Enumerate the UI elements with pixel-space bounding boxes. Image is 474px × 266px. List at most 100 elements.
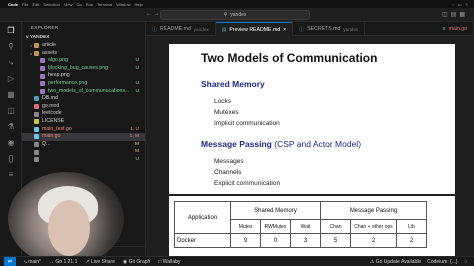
workspace-root-label: YANDEX [29, 35, 50, 40]
menu-run[interactable]: Run [86, 2, 93, 7]
tab-hint: yandex [343, 26, 359, 32]
sidebar-item[interactable]: DB.md [22, 95, 145, 103]
webcam-face [48, 200, 90, 256]
sidebar-item-label: main.go [42, 133, 61, 140]
menu-terminal[interactable]: Terminal [97, 2, 112, 7]
remote-indicator-icon[interactable]: ⇄ [4, 256, 16, 266]
status-git-graph[interactable]: ◉ Git Graph [123, 259, 150, 265]
image-file-icon [40, 66, 45, 72]
extensions-icon[interactable]: ▦ [6, 90, 16, 100]
git-graph-icon[interactable]: ◉ [6, 138, 16, 148]
workspace-root[interactable]: v YANDEX [22, 34, 145, 42]
explorer-icon[interactable]: ❐ [6, 26, 16, 36]
image-file-icon [40, 88, 45, 94]
tab-preview-readme[interactable]: ▤ Preview README.md × [215, 22, 294, 36]
menu-file[interactable]: File [22, 2, 28, 7]
chevron-down-icon: v [26, 35, 29, 40]
sidebar-item-label: blocking_bug_causes.png [48, 64, 108, 71]
branch-label: main* [28, 258, 41, 265]
menu-view[interactable]: View [64, 2, 73, 7]
sidebar-item[interactable]: heap.png [22, 72, 145, 80]
sidebar-item[interactable]: performance.png U [22, 80, 145, 88]
sidebar-item[interactable]: main.go 1, M [22, 133, 145, 141]
command-center-search[interactable]: ⚲ yandex [160, 10, 310, 20]
sidebar-item[interactable]: v assets [22, 50, 145, 58]
back-arrow-icon[interactable]: ← [146, 11, 152, 17]
menu-go[interactable]: Go [76, 2, 81, 7]
control-center-icon[interactable]: ≡ [466, 2, 468, 7]
table-header: Application [174, 201, 231, 234]
battery-icon[interactable]: ▭ [458, 2, 462, 7]
title-bar: ← → ⚲ yandex ◫▤▦ [0, 8, 474, 22]
sidebar-item[interactable]: algo.png U [22, 57, 145, 65]
status-codeium[interactable]: Codeium: {...} [427, 259, 457, 265]
image-file-icon [40, 81, 45, 87]
folder-icon [34, 43, 39, 49]
menu-selection[interactable]: Selection [43, 2, 59, 7]
tab-secrets[interactable]: ⓘ SECRETS.md yandex [293, 22, 366, 36]
preview-slide-image: Two Models of Communication Shared Memor… [169, 44, 455, 194]
tab-label: main.go [448, 26, 467, 32]
sidebar-item-label: leetcode [42, 110, 62, 117]
status-live-share[interactable]: ↗ Live Share [85, 259, 115, 265]
list-item: Implicit communication [214, 120, 280, 127]
tab-label: README.md [160, 26, 191, 32]
section-heading-message-passing: Message Passing (CSP and Actor Model) [201, 139, 361, 149]
sidebar-item[interactable]: Q... M [22, 141, 145, 149]
menu-edit[interactable]: Edit [32, 2, 39, 7]
table-header: Shared Memory [230, 201, 321, 220]
slide-title: Two Models of Communication [201, 51, 378, 65]
sidebar-item-label: assets [42, 49, 57, 56]
sidebar-item-label: heap.png [48, 72, 70, 79]
info-file-icon: ⓘ [152, 26, 158, 33]
menu-window[interactable]: Window [116, 2, 130, 7]
status-go-version[interactable]: → Go 1.21.1 [49, 259, 77, 265]
folder-icon [34, 50, 39, 56]
forward-arrow-icon[interactable]: → [154, 11, 160, 17]
sidebar-item[interactable]: blocking_bug_causes.png U [22, 65, 145, 73]
go-mod-icon [34, 104, 39, 110]
status-bar: ⇄ ⤷ main* → Go 1.21.1 ↗ Live Share ◉ Git… [0, 256, 474, 266]
tab-readme[interactable]: ⓘ README.md yandex [146, 22, 216, 36]
menu-help[interactable]: Help [134, 2, 142, 7]
status-go-update[interactable]: ⚠ Go Update Available [370, 259, 421, 265]
license-icon [34, 119, 39, 125]
git-status-badge: U [135, 65, 139, 71]
sidebar-item[interactable]: go.mod [22, 103, 145, 111]
sidebar-item[interactable]: leetcode [22, 110, 145, 118]
close-icon[interactable]: × [283, 27, 286, 33]
tab-main-go[interactable]: ≡ main.go [437, 22, 474, 36]
comparison-table: Application Shared Memory Message Passin… [174, 201, 427, 248]
sidebar-item-label: go.mod [42, 102, 60, 109]
status-branch[interactable]: ⤷ main* [24, 259, 41, 265]
toggle-sidebar-icon[interactable]: ◫ [442, 12, 451, 18]
sidebar-item[interactable]: two_models_of_communucations... U [22, 88, 145, 96]
info-file-icon [34, 96, 39, 102]
layout-icon[interactable]: ▦ [459, 12, 468, 18]
sidebar-item[interactable]: > article [22, 42, 145, 50]
nav-arrows: ← → [146, 11, 160, 17]
remote-explorer-icon[interactable]: ◫ [6, 106, 16, 116]
search-icon[interactable]: ⚲ [6, 42, 16, 52]
menu-code[interactable]: Code [8, 2, 18, 7]
search-text: yandex [230, 12, 247, 18]
sidebar-item[interactable]: M [22, 148, 145, 156]
sidebar-item[interactable]: LICENSE [22, 118, 145, 126]
run-debug-icon[interactable]: ▷ [6, 74, 16, 84]
explorer-header: EXPLORER [31, 25, 59, 30]
sidebar-item-label: algo.png [48, 57, 68, 64]
sidebar-item[interactable]: main_test.go 1, U [22, 126, 145, 134]
status-wallaby[interactable]: □ Wallaby [158, 259, 180, 265]
outline-icon[interactable]: ≡ [6, 170, 16, 180]
git-status-badge: U [135, 88, 139, 94]
braces-icon[interactable]: {} [6, 154, 16, 164]
testing-icon[interactable]: ⚗ [6, 122, 16, 132]
sidebar-item[interactable]: U [22, 156, 145, 164]
source-control-icon[interactable]: ⤷ [6, 58, 16, 68]
go-file-icon [34, 134, 39, 140]
wifi-icon[interactable]: ◦ [452, 2, 453, 7]
notifications-bell-icon[interactable]: ♢ [464, 259, 468, 265]
markdown-preview[interactable]: Two Models of Communication Shared Memor… [146, 36, 474, 256]
table-cell: 2 [396, 233, 427, 248]
sidebar-item-label: DB.md [42, 95, 58, 102]
